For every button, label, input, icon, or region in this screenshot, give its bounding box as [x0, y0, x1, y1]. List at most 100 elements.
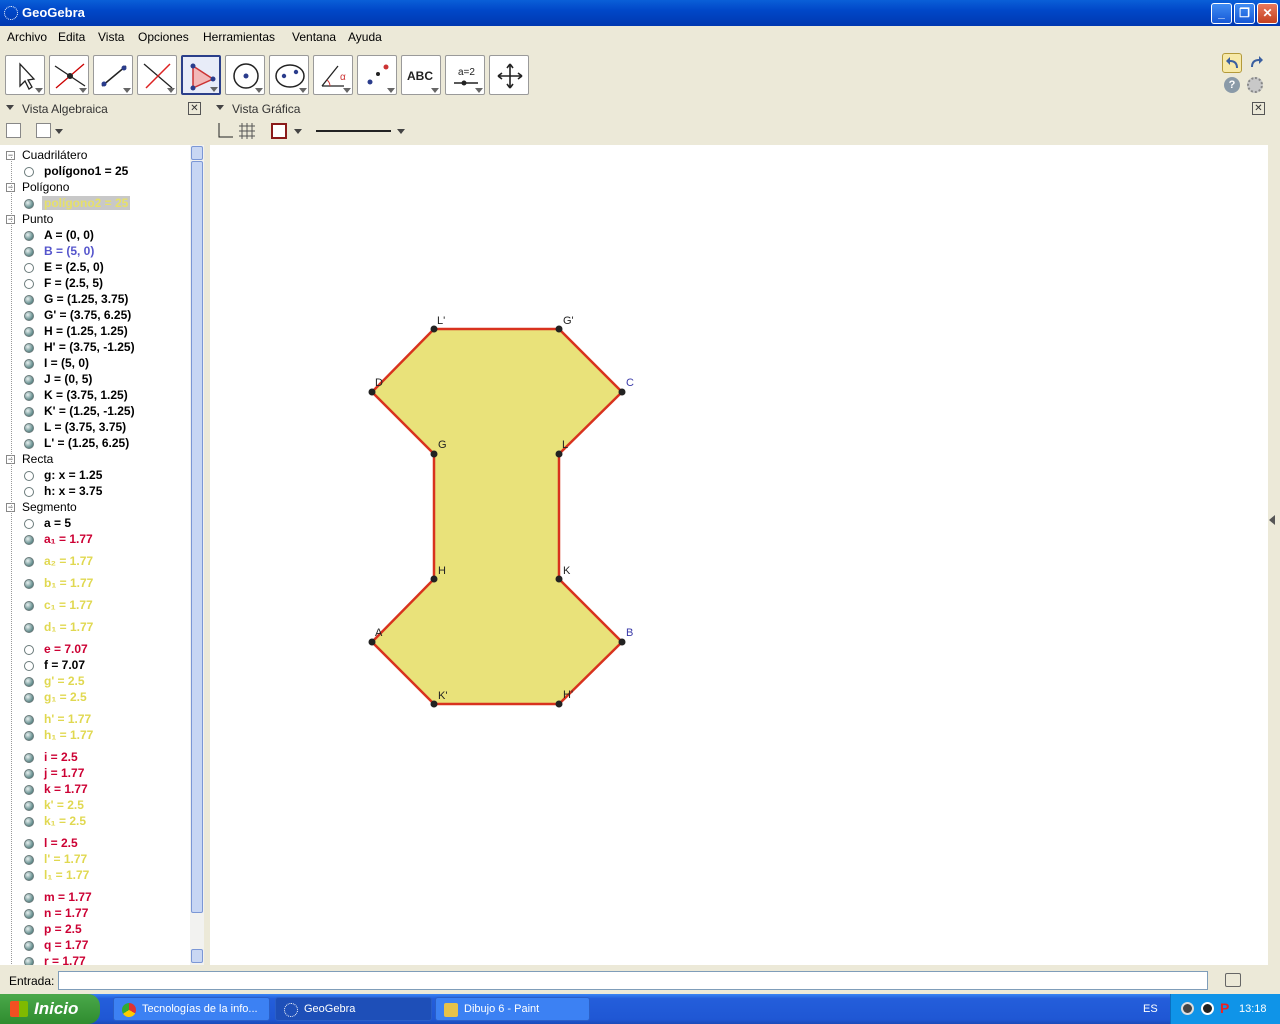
visibility-toggle-icon[interactable]: [24, 925, 34, 935]
algebra-object-row[interactable]: F = (2.5, 5): [0, 276, 190, 292]
menu-edita[interactable]: Edita: [58, 30, 85, 44]
visibility-toggle-icon[interactable]: [24, 557, 34, 567]
object-definition[interactable]: polígono2 = 25: [42, 196, 131, 210]
object-definition[interactable]: i = 2.5: [44, 750, 78, 764]
task-paint[interactable]: Dibujo 6 - Paint: [435, 997, 590, 1021]
object-definition[interactable]: p = 2.5: [44, 922, 82, 936]
object-definition[interactable]: r = 1.77: [44, 954, 86, 965]
slider-tool-button[interactable]: a=2: [445, 55, 485, 95]
color-picker-icon[interactable]: [271, 123, 287, 139]
object-definition[interactable]: h: x = 3.75: [44, 484, 102, 498]
object-definition[interactable]: g' = 2.5: [44, 674, 85, 688]
vertex-point[interactable]: [368, 388, 376, 396]
algebra-object-row[interactable]: d₁ = 1.77: [0, 620, 190, 636]
visibility-toggle-icon[interactable]: [24, 769, 34, 779]
visibility-toggle-icon[interactable]: [24, 579, 34, 589]
visibility-toggle-icon[interactable]: [24, 871, 34, 881]
collapse-arrow-icon[interactable]: [6, 105, 14, 110]
circle-tool-button[interactable]: [225, 55, 265, 95]
menu-ayuda[interactable]: Ayuda: [348, 30, 382, 44]
algebra-object-row[interactable]: H' = (3.75, -1.25): [0, 340, 190, 356]
object-definition[interactable]: l' = 1.77: [44, 852, 87, 866]
visibility-toggle-icon[interactable]: [24, 199, 34, 209]
close-graphics-view-button[interactable]: ✕: [1252, 102, 1265, 115]
object-definition[interactable]: K' = (1.25, -1.25): [44, 404, 135, 418]
vertex-point[interactable]: [618, 388, 626, 396]
object-definition[interactable]: k₁ = 2.5: [44, 814, 86, 828]
vertex-point[interactable]: [555, 325, 563, 333]
algebra-object-row[interactable]: j = 1.77: [0, 766, 190, 782]
settings-gear-icon[interactable]: [1247, 77, 1263, 93]
visibility-toggle-icon[interactable]: [24, 439, 34, 449]
object-definition[interactable]: e = 7.07: [44, 642, 88, 656]
visibility-toggle-icon[interactable]: [24, 677, 34, 687]
algebra-object-row[interactable]: H = (1.25, 1.25): [0, 324, 190, 340]
visibility-toggle-icon[interactable]: [24, 167, 34, 177]
algebra-object-row[interactable]: l₁ = 1.77: [0, 868, 190, 884]
graphics-canvas[interactable]: L' G' C L K B H' K' A H G D: [210, 145, 1268, 965]
move-tool-button[interactable]: [5, 55, 45, 95]
algebra-object-row[interactable]: J = (0, 5): [0, 372, 190, 388]
object-definition[interactable]: k' = 2.5: [44, 798, 84, 812]
vertex-point[interactable]: [430, 700, 438, 708]
algebra-object-row[interactable]: k' = 2.5: [0, 798, 190, 814]
algebra-object-row[interactable]: G' = (3.75, 6.25): [0, 308, 190, 324]
object-definition[interactable]: H' = (3.75, -1.25): [44, 340, 135, 354]
vertex-point[interactable]: [555, 450, 563, 458]
perpendicular-tool-button[interactable]: [137, 55, 177, 95]
visibility-toggle-icon[interactable]: [24, 693, 34, 703]
minimize-button[interactable]: _: [1211, 3, 1232, 24]
object-definition[interactable]: j = 1.77: [44, 766, 84, 780]
visibility-toggle-icon[interactable]: [24, 279, 34, 289]
axes-toggle-icon[interactable]: [216, 122, 234, 140]
algebra-object-row[interactable]: g₁ = 2.5: [0, 690, 190, 706]
auxiliary-objects-icon[interactable]: [6, 123, 21, 138]
collapse-arrow-icon[interactable]: [216, 105, 224, 110]
visibility-toggle-icon[interactable]: [24, 343, 34, 353]
move-view-tool-button[interactable]: [489, 55, 529, 95]
algebra-object-row[interactable]: g' = 2.5: [0, 674, 190, 690]
algebra-object-row[interactable]: G = (1.25, 3.75): [0, 292, 190, 308]
algebra-object-row[interactable]: i = 2.5: [0, 750, 190, 766]
menu-archivo[interactable]: Archivo: [7, 30, 47, 44]
object-definition[interactable]: G = (1.25, 3.75): [44, 292, 128, 306]
line-style-dropdown-arrow-icon[interactable]: [397, 129, 405, 134]
point-tool-button[interactable]: [49, 55, 89, 95]
menu-opciones[interactable]: Opciones: [138, 30, 189, 44]
object-definition[interactable]: g₁ = 2.5: [44, 690, 87, 704]
clock[interactable]: 13:18: [1239, 1003, 1267, 1015]
object-definition[interactable]: n = 1.77: [44, 906, 88, 920]
task-browser[interactable]: Tecnologías de la info...: [113, 997, 270, 1021]
redo-button[interactable]: [1246, 53, 1266, 73]
object-definition[interactable]: h' = 1.77: [44, 712, 91, 726]
visibility-toggle-icon[interactable]: [24, 295, 34, 305]
object-definition[interactable]: a = 5: [44, 516, 71, 530]
visibility-toggle-icon[interactable]: [24, 785, 34, 795]
maximize-button[interactable]: ❐: [1234, 3, 1255, 24]
menu-ventana[interactable]: Ventana: [292, 30, 336, 44]
algebra-object-row[interactable]: r = 1.77: [0, 954, 190, 965]
close-button[interactable]: ✕: [1257, 3, 1278, 24]
visibility-toggle-icon[interactable]: [24, 231, 34, 241]
visibility-toggle-icon[interactable]: [24, 359, 34, 369]
algebra-object-row[interactable]: I = (5, 0): [0, 356, 190, 372]
visibility-toggle-icon[interactable]: [24, 817, 34, 827]
object-definition[interactable]: h₁ = 1.77: [44, 728, 93, 742]
algebra-object-row[interactable]: p = 2.5: [0, 922, 190, 938]
algebra-object-row[interactable]: l' = 1.77: [0, 852, 190, 868]
object-definition[interactable]: F = (2.5, 5): [44, 276, 103, 290]
object-definition[interactable]: G' = (3.75, 6.25): [44, 308, 131, 322]
algebra-object-row[interactable]: h₁ = 1.77: [0, 728, 190, 744]
algebra-object-row[interactable]: L' = (1.25, 6.25): [0, 436, 190, 452]
object-definition[interactable]: a₂ = 1.77: [44, 554, 93, 568]
object-definition[interactable]: L' = (1.25, 6.25): [44, 436, 129, 450]
tray-camera-icon[interactable]: [1201, 1002, 1214, 1015]
object-definition[interactable]: E = (2.5, 0): [44, 260, 104, 274]
visibility-toggle-icon[interactable]: [24, 753, 34, 763]
algebra-object-row[interactable]: e = 7.07: [0, 642, 190, 658]
color-dropdown-arrow-icon[interactable]: [294, 129, 302, 134]
tray-app-icon[interactable]: [1181, 1002, 1194, 1015]
visibility-toggle-icon[interactable]: [24, 601, 34, 611]
visibility-toggle-icon[interactable]: [24, 661, 34, 671]
close-algebra-view-button[interactable]: ✕: [188, 102, 201, 115]
